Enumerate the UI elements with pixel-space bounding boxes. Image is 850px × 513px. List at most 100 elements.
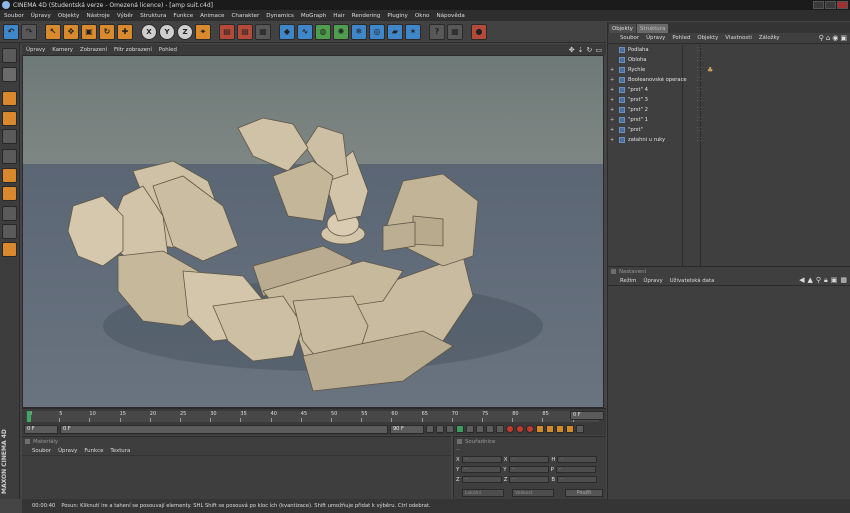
render-picture-viewer-icon[interactable]: ▤ <box>237 23 253 40</box>
object-manager-menu-item[interactable]: Objekty <box>697 35 718 41</box>
object-name[interactable]: "prst" <box>628 127 694 133</box>
expand-toggle[interactable]: + <box>610 77 615 83</box>
menu-item[interactable]: Úpravy <box>31 13 51 19</box>
record-button[interactable] <box>506 425 514 433</box>
timeline-end-field[interactable]: 0 F <box>570 411 604 420</box>
lock-icon[interactable]: 🔒︎ <box>824 276 828 285</box>
object-list-item[interactable]: Obloha ⁚ ⁚ <box>608 55 850 65</box>
viewport-menu-item[interactable]: Úpravy <box>26 47 45 53</box>
visibility-dots-icon[interactable]: ⁚ ⁚ <box>697 57 707 63</box>
viewport-menu-item[interactable]: Kamery <box>52 47 73 53</box>
object-list-item[interactable]: + "prst" 4 ⁚ ⁚ <box>608 85 850 95</box>
viewport-menu-item[interactable]: Pohled <box>159 47 177 53</box>
menu-item[interactable]: Pluginy <box>387 13 407 19</box>
toggle-view-icon[interactable]: ▭ <box>595 46 602 54</box>
menu-item[interactable]: Rendering <box>352 13 381 19</box>
layer-browser-icon[interactable]: ◉ <box>832 34 838 42</box>
visibility-dots-icon[interactable]: ⁚ ⁚ <box>697 97 707 103</box>
object-name[interactable]: Booleanovské operace <box>628 77 694 83</box>
light-icon[interactable]: ✶ <box>405 23 421 40</box>
object-list-item[interactable]: + Booleanovské operace ⁚ ⁚ <box>608 75 850 85</box>
redo-icon[interactable]: ↷ <box>21 23 37 40</box>
axis-icon[interactable] <box>2 224 17 239</box>
use-edges-mode-icon[interactable] <box>2 111 17 126</box>
position-key-button[interactable] <box>536 425 544 433</box>
parameter-key-button[interactable] <box>566 425 574 433</box>
x-axis-lock-button[interactable]: X <box>141 23 157 40</box>
back-arrow-icon[interactable]: ◀ <box>799 276 804 285</box>
minimize-button[interactable] <box>813 1 824 9</box>
expand-toggle[interactable]: + <box>610 67 615 73</box>
new-view-icon[interactable]: ▣ <box>840 34 847 42</box>
render-settings-icon[interactable]: ▦ <box>255 23 271 40</box>
coordinate-input[interactable]: -- <box>461 456 502 463</box>
menu-item[interactable]: Objekty <box>58 13 80 19</box>
live-selection-icon[interactable]: ↖ <box>45 23 61 40</box>
viewport-menu-item[interactable]: Zobrazení <box>80 47 107 53</box>
object-tag-icon[interactable]: ♣ <box>707 66 713 74</box>
viewport-menu-item[interactable]: Filtr zobrazení <box>114 47 152 53</box>
materials-menu-item[interactable]: Úpravy <box>58 448 77 454</box>
visibility-dots-icon[interactable]: ⁚ ⁚ <box>697 47 707 53</box>
layer-icon[interactable] <box>2 242 17 257</box>
coordinate-input[interactable]: -- <box>461 476 502 483</box>
scale-tool-icon[interactable]: ▣ <box>81 23 97 40</box>
attribute-manager-menu-item[interactable]: Uživatelská data <box>670 278 715 284</box>
coord-mode-select[interactable]: Lokální <box>462 489 504 497</box>
move-tool-icon[interactable]: ✥ <box>63 23 79 40</box>
zoom-view-icon[interactable]: ⇣ <box>578 46 584 54</box>
object-name[interactable]: Podlaha <box>628 47 694 53</box>
menu-item[interactable]: Hair <box>333 13 345 19</box>
expand-toggle[interactable]: + <box>610 87 615 93</box>
camera-icon[interactable]: ▰ <box>387 23 403 40</box>
coordinate-input[interactable]: -- <box>557 456 598 463</box>
object-name[interactable]: "prst" 1 <box>628 117 694 123</box>
object-list-item[interactable]: Podlaha ⁚ ⁚ <box>608 45 850 55</box>
object-name[interactable]: "prst" 4 <box>628 87 694 93</box>
go-to-end-button[interactable] <box>486 425 494 433</box>
visibility-dots-icon[interactable]: ⁚ ⁚ <box>697 87 707 93</box>
loop-button[interactable] <box>496 425 504 433</box>
menu-item[interactable]: Nápověda <box>436 13 464 19</box>
use-model-mode-icon[interactable] <box>2 48 17 63</box>
visibility-dots-icon[interactable]: ⁚ ⁚ <box>697 67 707 73</box>
menu-item[interactable]: Animace <box>200 13 224 19</box>
maximize-button[interactable] <box>825 1 836 9</box>
coordinate-input[interactable]: -- <box>557 476 598 483</box>
visibility-dots-icon[interactable]: ⁚ ⁚ <box>697 117 707 123</box>
menu-item[interactable]: Charakter <box>232 13 260 19</box>
visibility-dots-icon[interactable]: ⁚ ⁚ <box>697 77 707 83</box>
coordinate-system-icon[interactable]: ⌖ <box>195 23 211 40</box>
object-name[interactable]: zatahni u ruky <box>628 137 694 143</box>
layout-icon[interactable]: ▦ <box>447 23 463 40</box>
object-list-item[interactable]: + zatahni u ruky ⁚ ⁚ <box>608 135 850 145</box>
coordinate-input[interactable]: -- <box>509 476 550 483</box>
undo-icon[interactable]: ↶ <box>3 23 19 40</box>
go-to-start-button[interactable] <box>426 425 434 433</box>
move-view-icon[interactable]: ✥ <box>569 46 575 54</box>
more-icon[interactable]: ▦ <box>840 276 847 285</box>
pla-key-button[interactable] <box>576 425 584 433</box>
close-button[interactable] <box>837 1 848 9</box>
scale-key-button[interactable] <box>546 425 554 433</box>
rotate-view-icon[interactable]: ↻ <box>587 46 593 54</box>
expand-toggle[interactable]: + <box>610 107 615 113</box>
search-icon[interactable]: ⚲ <box>819 34 824 42</box>
search-icon[interactable]: ⚲ <box>816 276 821 285</box>
attribute-manager-menu-item[interactable]: Režim <box>620 278 636 284</box>
home-icon[interactable]: ⌂ <box>826 34 830 42</box>
coordinate-input[interactable]: -- <box>555 466 596 473</box>
spline-icon[interactable]: ∿ <box>297 23 313 40</box>
help-icon[interactable]: ? <box>429 23 445 40</box>
use-polygons-mode-icon[interactable] <box>2 129 17 144</box>
materials-menu-item[interactable]: Funkce <box>84 448 103 454</box>
coordinate-input[interactable]: -- <box>509 456 550 463</box>
object-list-item[interactable]: + "prst" 3 ⁚ ⁚ <box>608 95 850 105</box>
next-key-button[interactable] <box>476 425 484 433</box>
object-list-item[interactable]: + "prst" 1 ⁚ ⁚ <box>608 115 850 125</box>
last-tool-icon[interactable]: ✚ <box>117 23 133 40</box>
object-name[interactable]: Obloha <box>628 57 694 63</box>
coordinate-input[interactable]: -- <box>461 466 502 473</box>
apply-button[interactable]: Použít <box>565 489 603 497</box>
sphere-icon[interactable]: ● <box>471 23 487 40</box>
